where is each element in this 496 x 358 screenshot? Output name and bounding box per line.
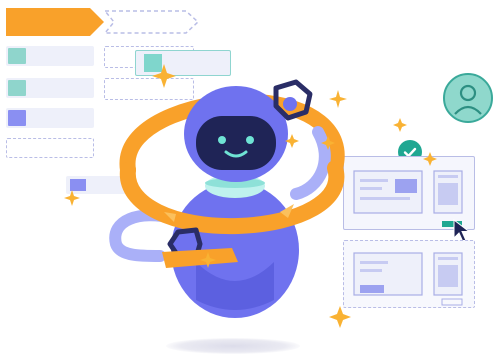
robot-face-screen bbox=[196, 116, 276, 170]
robot-illustration bbox=[64, 64, 437, 328]
robot-right-arm bbox=[290, 126, 331, 200]
